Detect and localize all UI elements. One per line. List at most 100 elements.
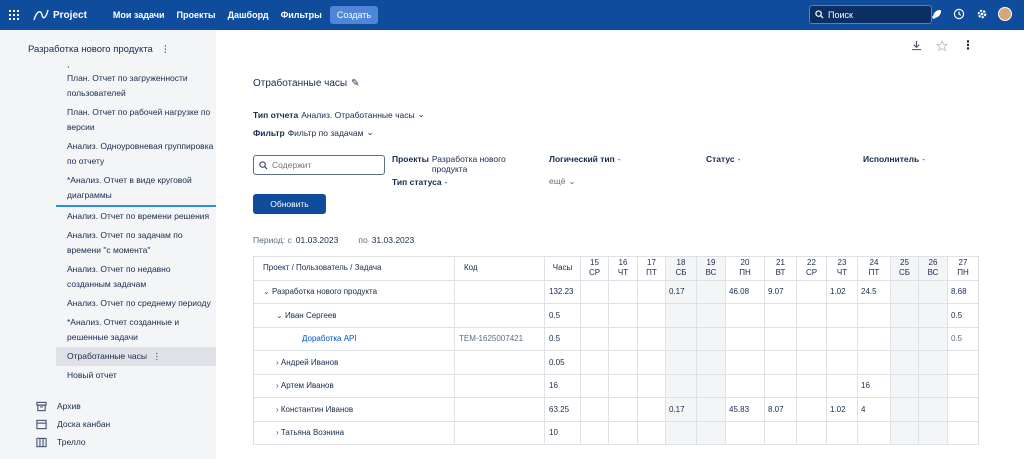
day-number: 21: [776, 258, 785, 268]
nav-projects[interactable]: Проекты: [177, 10, 216, 20]
nav-filters[interactable]: Фильтры: [281, 10, 322, 20]
sidebar-item-created-resolved[interactable]: *Анализ. Отчет созданные и решенные зада…: [56, 313, 216, 347]
sidebar-item-recent-created[interactable]: Анализ. Отчет по недавно созданным задач…: [56, 260, 216, 294]
day-hours-cell: [857, 350, 891, 375]
day-hours-cell: [608, 350, 638, 375]
apps-grid-icon[interactable]: [9, 10, 19, 20]
more-vertical-icon[interactable]: ⋮: [161, 44, 171, 55]
column-header-day: 17 ПТ: [637, 256, 666, 281]
row-label-cell[interactable]: ⌄ Разработка нового продукта: [253, 279, 455, 304]
more-vertical-icon[interactable]: ⋮: [153, 349, 162, 364]
row-label-cell[interactable]: › Татьяна Вознина: [253, 420, 455, 445]
day-hours-cell: 4: [857, 397, 891, 422]
day-hours-cell: [857, 326, 891, 351]
column-header-hours[interactable]: Часы: [544, 256, 581, 281]
day-hours-cell: [796, 420, 827, 445]
day-of-week: СР: [805, 268, 818, 278]
app-logo[interactable]: Project: [33, 8, 87, 22]
rocket-icon[interactable]: [929, 7, 943, 21]
day-hours-cell: [580, 279, 609, 304]
day-hours-cell: 0.17: [665, 397, 697, 422]
filter-field[interactable]: Фильтр Фильтр по задачам ⌄: [253, 127, 374, 138]
table-row: › Константин Иванов 63.25 0.17 45.83 8.07 1.0…: [253, 397, 979, 422]
sidebar-item-archive[interactable]: Архив: [36, 397, 110, 415]
column-header-code[interactable]: Код: [454, 256, 545, 281]
day-hours-cell: [918, 420, 948, 445]
create-button[interactable]: Создать: [329, 6, 379, 24]
sidebar-item-trello[interactable]: Трелло: [36, 433, 110, 451]
search-icon: [815, 10, 824, 19]
day-hours-cell: [580, 303, 609, 328]
logo-text: Project: [53, 9, 87, 21]
day-of-week: ЧТ: [836, 268, 848, 278]
chevron-down-icon: ⌄: [417, 109, 425, 119]
sidebar-item-single-grouping[interactable]: Анализ. Одноуровневая группировка по отч…: [56, 137, 216, 171]
table-row: ⌄ Иван Сергеев 0.5 0.5: [253, 303, 979, 328]
day-hours-cell: [947, 420, 979, 445]
sidebar-item-average-period[interactable]: Анализ. Отчет по среднему периоду: [56, 294, 216, 313]
task-link[interactable]: Доработка API: [302, 334, 357, 343]
day-hours-cell: [725, 303, 765, 328]
avatar[interactable]: [998, 7, 1012, 21]
sidebar-item-worked-hours[interactable]: Отработанные часы ⋮: [56, 347, 216, 366]
sidebar-item-resolution-time[interactable]: Анализ. Отчет по времени решения: [56, 207, 216, 226]
day-hours-cell: 8.07: [764, 397, 797, 422]
more-vertical-icon[interactable]: ⋮: [962, 39, 974, 52]
search-input[interactable]: [828, 9, 923, 20]
refresh-button[interactable]: Обновить: [253, 194, 326, 214]
chevron-down-icon[interactable]: ⌄: [276, 311, 285, 320]
day-hours-cell: 8.68: [947, 279, 979, 304]
sidebar-item-since-time[interactable]: Анализ. Отчет по задачам по времени "с м…: [56, 226, 216, 260]
status-type-filter[interactable]: Тип статуса -: [392, 177, 448, 187]
row-label-cell[interactable]: › Константин Иванов: [253, 397, 455, 422]
column-header-project[interactable]: Проект / Пользователь / Задача: [253, 256, 455, 281]
sidebar-item-workload-version[interactable]: План. Отчет по рабочей нагрузке по верси…: [56, 103, 216, 137]
period-from-input[interactable]: 01.03.2023: [296, 235, 339, 245]
hours-total-cell: 132.23: [544, 279, 581, 304]
status-filter[interactable]: Статус -: [706, 154, 741, 164]
top-bar: Project Мои задачи Проекты Дашборд Фильт…: [0, 0, 1024, 30]
hours-table: Проект / Пользователь / Задача Код Часы 15 С…: [253, 256, 979, 445]
nav-dashboard[interactable]: Дашборд: [228, 10, 269, 20]
top-icons: [929, 7, 1012, 21]
day-number: 25: [900, 258, 909, 268]
nav-my-tasks[interactable]: Мои задачи: [113, 10, 165, 20]
assignee-filter[interactable]: Исполнитель -: [863, 154, 925, 164]
day-hours-cell: [665, 373, 697, 398]
content-search-input[interactable]: [272, 160, 382, 170]
history-icon[interactable]: [952, 7, 966, 21]
sidebar-item-kanban[interactable]: Доска канбан: [36, 415, 110, 433]
row-label: Константин Иванов: [280, 404, 354, 414]
gear-icon[interactable]: [975, 7, 989, 21]
sidebar-item-new-report[interactable]: Новый отчет: [56, 366, 216, 385]
search-box[interactable]: [809, 5, 932, 24]
column-header-day: 26 ВС: [918, 256, 948, 281]
page-title: Отработанные часы ✎: [253, 78, 360, 89]
row-label-cell[interactable]: ⌄ Иван Сергеев: [253, 303, 455, 328]
pencil-icon[interactable]: ✎: [351, 78, 359, 89]
row-label-cell[interactable]: › Андрей Иванов: [253, 350, 455, 375]
day-hours-cell: [608, 420, 638, 445]
download-icon[interactable]: [911, 40, 922, 51]
sidebar: Разработка нового продукта ⋮ , План. Отч…: [0, 30, 216, 459]
task-code-cell: [454, 397, 545, 422]
day-hours-cell: 9.07: [764, 279, 797, 304]
sidebar-item-workload-users[interactable]: План. Отчет по загруженности пользовател…: [56, 69, 216, 103]
more-filters-button[interactable]: ещё ⌄: [549, 176, 576, 187]
day-of-week: СР: [588, 268, 601, 278]
star-icon[interactable]: [936, 40, 948, 52]
day-hours-cell: 1.02: [826, 397, 858, 422]
chevron-down-icon[interactable]: ⌄: [263, 287, 272, 296]
report-type-field[interactable]: Тип отчета Анализ. Отработанные часы ⌄: [253, 109, 425, 120]
day-hours-cell: [890, 397, 919, 422]
content-search-field[interactable]: [253, 155, 385, 175]
day-hours-cell: [947, 350, 979, 375]
projects-filter[interactable]: Проекты Разработка нового продукта: [392, 154, 512, 174]
period-to-input[interactable]: 31.03.2023: [372, 235, 415, 245]
day-hours-cell: [637, 350, 666, 375]
sidebar-project-title[interactable]: Разработка нового продукта ⋮: [28, 44, 170, 55]
sidebar-item-pie-chart[interactable]: *Анализ. Отчет в виде круговой диаграммы: [56, 171, 216, 207]
day-hours-cell: [796, 397, 827, 422]
logic-type-filter[interactable]: Логический тип -: [549, 154, 621, 164]
row-label-cell[interactable]: › Артем Иванов: [253, 373, 455, 398]
